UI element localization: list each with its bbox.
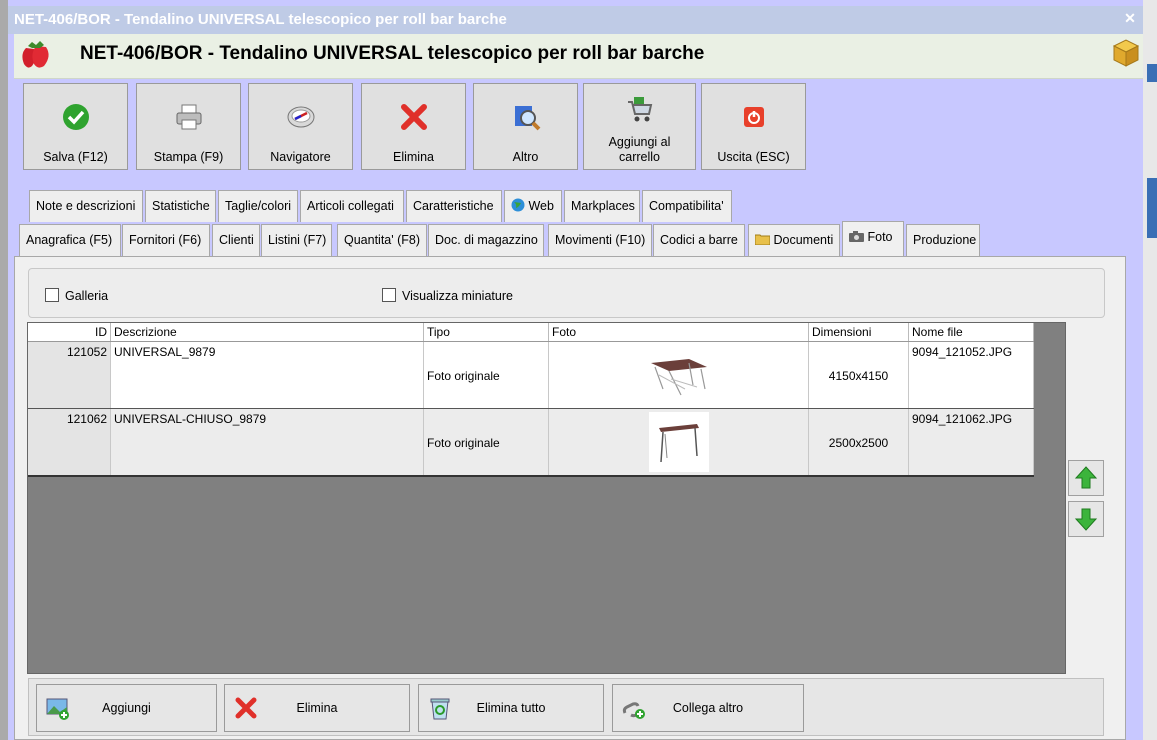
link-other-button[interactable]: Collega altro [612,684,804,732]
column-header-id[interactable]: ID [28,323,111,341]
other-label: Altro [512,150,539,164]
delete-photo-label: Elimina [296,701,338,715]
tab-taglie-colori[interactable]: Taglie/colori [218,190,298,222]
gallery-label: Galleria [65,289,109,303]
exit-button[interactable]: Uscita (ESC) [701,83,806,170]
exit-label: Uscita (ESC) [717,150,790,164]
cell-nome-file: 9094_121062.JPG [909,409,1034,475]
cell-foto [549,409,809,475]
gallery-checkbox[interactable] [45,288,59,302]
tab-anagrafica[interactable]: Anagrafica (F5) [19,224,121,256]
tab-foto-label: Foto [867,230,893,244]
move-up-button[interactable] [1068,460,1104,496]
thumbnails-label: Visualizza miniature [402,289,513,303]
arrow-up-icon [1074,466,1098,489]
delete-label: Elimina [393,150,434,164]
move-down-button[interactable] [1068,501,1104,537]
delete-photo-button[interactable]: Elimina [224,684,410,732]
window-title: NET-406/BOR - Tendalino UNIVERSAL telesc… [14,11,507,28]
power-icon [743,107,764,127]
link-add-icon [622,702,645,719]
cell-tipo: Foto originale [424,409,549,475]
navigator-label: Navigatore [270,150,331,164]
cart-icon [627,97,652,122]
navigator-button[interactable]: Navigatore [248,83,353,170]
arrow-down-icon [1074,508,1098,531]
options-group [28,268,1105,318]
compass-icon [287,106,314,128]
cell-descrizione: UNIVERSAL_9879 [111,342,424,408]
cell-foto [549,342,809,408]
folder-icon [754,234,771,246]
red-x-icon [235,697,257,719]
strawberry-logo-icon [22,41,49,68]
printer-icon [176,104,201,130]
add-photo-label: Aggiungi [102,701,151,715]
column-header-nome-file[interactable]: Nome file [909,323,1034,341]
tab-produzione[interactable]: Produzione [906,224,980,256]
tab-documenti-label: Documenti [773,233,834,247]
close-icon[interactable]: ✕ [1122,10,1138,26]
checkmark-icon [62,104,89,130]
tab-fornitori[interactable]: Fornitori (F6) [122,224,210,256]
tab-web[interactable]: Web [504,190,562,222]
save-button[interactable]: Salva (F12) [23,83,128,170]
delete-button[interactable]: Elimina [361,83,466,170]
tab-doc-magazzino[interactable]: Doc. di magazzino [428,224,544,256]
tab-foto[interactable]: Foto [842,221,904,256]
cell-descrizione: UNIVERSAL-CHIUSO_9879 [111,409,424,475]
tab-codici-barre[interactable]: Codici a barre [653,224,745,256]
table-row[interactable]: 121062 UNIVERSAL-CHIUSO_9879 Foto origin… [28,409,1034,477]
delete-all-button[interactable]: Elimina tutto [418,684,604,732]
column-header-descrizione[interactable]: Descrizione [111,323,424,341]
tab-markplaces[interactable]: Markplaces [564,190,640,222]
tab-web-label: Web [528,199,554,213]
other-button[interactable]: Altro [473,83,578,170]
package-icon[interactable] [1110,36,1142,68]
add-to-cart-label: Aggiungi al carrello [608,135,671,164]
save-label: Salva (F12) [43,150,108,164]
add-to-cart-button[interactable]: Aggiungi al carrello [583,83,696,170]
cell-id: 121052 [28,342,111,408]
print-button[interactable]: Stampa (F9) [136,83,241,170]
delete-all-label: Elimina tutto [476,701,546,715]
magnifier-icon [514,106,540,131]
tab-quantita[interactable]: Quantita' (F8) [337,224,427,256]
tab-clienti[interactable]: Clienti [212,224,260,256]
tab-note-descrizioni[interactable]: Note e descrizioni [29,190,143,222]
add-photo-button[interactable]: Aggiungi [36,684,217,732]
camera-icon [849,231,864,242]
cell-nome-file: 9094_121052.JPG [909,342,1034,408]
tab-articoli-collegati[interactable]: Articoli collegati [300,190,404,222]
boat-top-thumbnail [649,345,709,405]
table-row[interactable]: 121052 UNIVERSAL_9879 Foto originale 415… [28,342,1034,409]
red-x-icon [400,104,427,130]
cell-dimensioni: 4150x4150 [809,342,909,408]
cell-dimensioni: 2500x2500 [809,409,909,475]
cell-tipo: Foto originale [424,342,549,408]
tab-compatibilita[interactable]: Compatibilita' [642,190,732,222]
column-header-tipo[interactable]: Tipo [424,323,549,341]
tab-caratteristiche[interactable]: Caratteristiche [406,190,502,222]
thumbnails-checkbox[interactable] [382,288,396,302]
print-label: Stampa (F9) [153,150,224,164]
background-app-strip [1143,0,1157,740]
tab-listini[interactable]: Listini (F7) [261,224,332,256]
link-other-label: Collega altro [672,701,744,715]
column-header-dimensioni[interactable]: Dimensioni [809,323,909,341]
cell-id: 121062 [28,409,111,475]
tab-statistiche[interactable]: Statistiche [145,190,216,222]
globe-icon [511,198,525,212]
column-header-foto[interactable]: Foto [549,323,809,341]
boat-top-closed-thumbnail [649,412,709,472]
tab-movimenti[interactable]: Movimenti (F10) [548,224,652,256]
add-image-icon [46,698,69,720]
tab-documenti[interactable]: Documenti [748,224,840,256]
page-title: NET-406/BOR - Tendalino UNIVERSAL telesc… [80,43,705,64]
recycle-bin-icon [430,698,450,720]
